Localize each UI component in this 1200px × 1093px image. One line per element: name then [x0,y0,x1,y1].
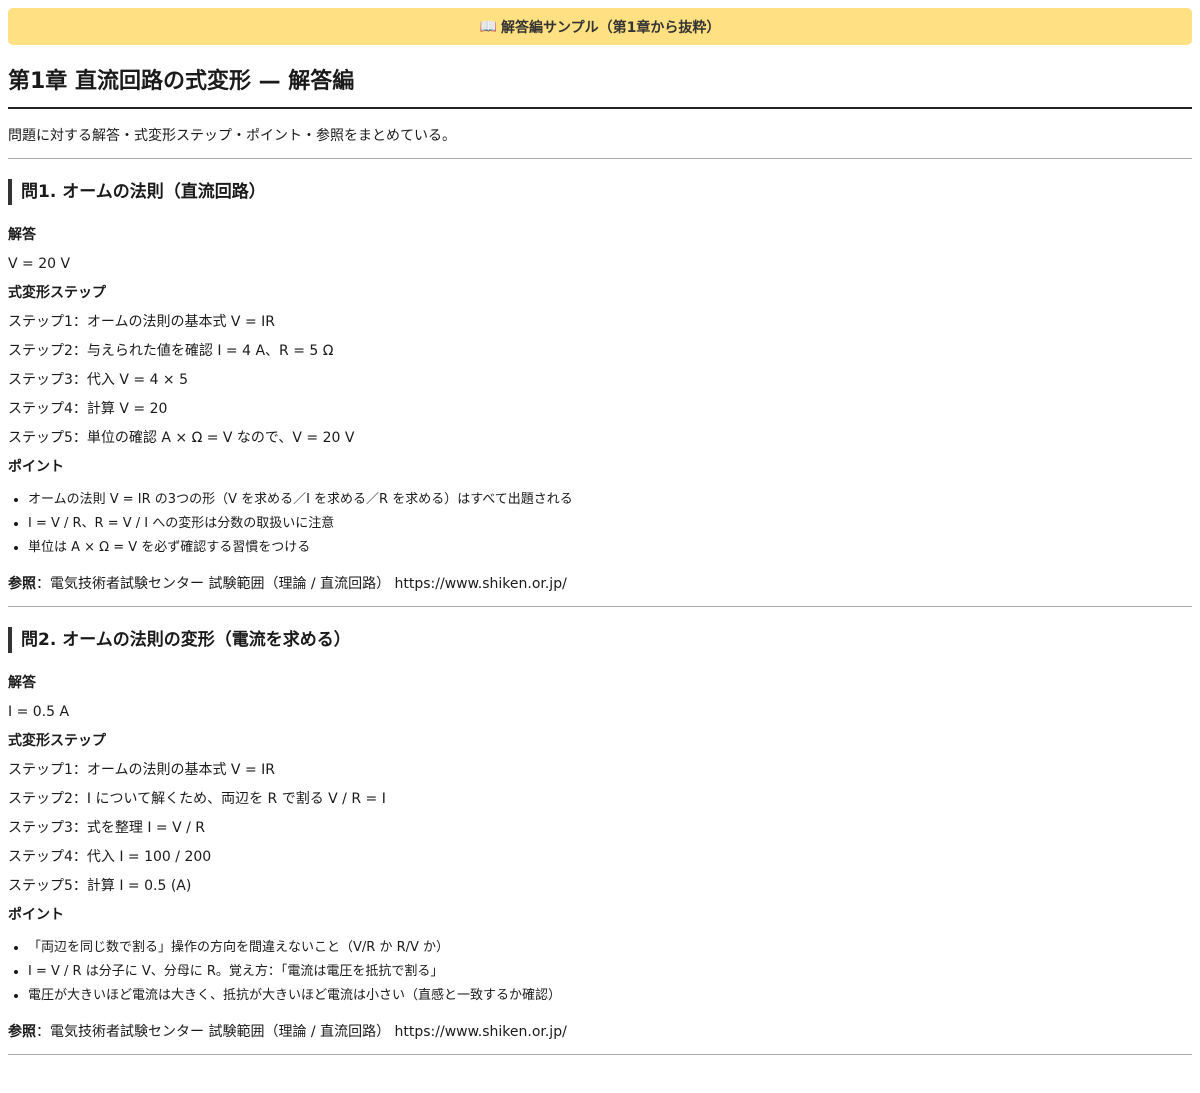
question-1: 問1. オームの法則（直流回路） 解答 V = 20 V 式変形ステップ ステッ… [8,179,1192,607]
point-item: 「両辺を同じ数で割る」操作の方向を間違えないこと（V/R か R/V か） [28,936,1192,960]
answer-value: I = 0.5 A [8,704,70,720]
points-label: ポイント [8,907,64,923]
reference-text: ：電気技術者試験センター 試験範囲（理論 / 直流回路） https://www… [36,576,567,592]
reference-label: 参照 [8,1024,36,1040]
step-line: ステップ1：オームの法則の基本式 V = IR [8,762,276,778]
question-heading: 問1. オームの法則（直流回路） [8,179,1192,205]
reference-text: ：電気技術者試験センター 試験範囲（理論 / 直流回路） https://www… [36,1024,567,1040]
step-line: ステップ2：I について解くため、両辺を R で割る V / R = I [8,791,386,807]
point-item: 単位は A × Ω = V を必ず確認する習慣をつける [28,536,1192,560]
points-list: オームの法則 V = IR の3つの形（V を求める／I を求める／R を求める… [8,488,1192,560]
steps-label: 式変形ステップ [8,733,106,749]
question-heading: 問2. オームの法則の変形（電流を求める） [8,627,1192,653]
answer-label: 解答 [8,227,36,243]
page-title: 第1章 直流回路の式変形 — 解答編 [8,67,1192,109]
question-2: 問2. オームの法則の変形（電流を求める） 解答 I = 0.5 A 式変形ステ… [8,627,1192,1055]
point-item: I = V / R は分子に V、分母に R。覚え方：「電流は電圧を抵抗で割る」 [28,960,1192,984]
answer-label: 解答 [8,675,36,691]
point-item: I = V / R、R = V / I への変形は分数の取扱いに注意 [28,512,1192,536]
point-item: オームの法則 V = IR の3つの形（V を求める／I を求める／R を求める… [28,488,1192,512]
points-label: ポイント [8,459,64,475]
intro-text: 問題に対する解答・式変形ステップ・ポイント・参照をまとめている。 [8,109,1192,159]
answer-value: V = 20 V [8,256,71,272]
page: 📖 解答編サンプル（第1章から抜粋） 第1章 直流回路の式変形 — 解答編 問題… [0,0,1200,1055]
step-line: ステップ4：計算 V = 20 [8,401,168,417]
reference: 参照：電気技術者試験センター 試験範囲（理論 / 直流回路） https://w… [8,1020,1192,1044]
banner-text: 解答編サンプル（第1章から抜粋） [501,19,721,36]
reference-label: 参照 [8,576,36,592]
points-list: 「両辺を同じ数で割る」操作の方向を間違えないこと（V/R か R/V か） I … [8,936,1192,1008]
step-line: ステップ1：オームの法則の基本式 V = IR [8,314,276,330]
book-icon: 📖 [479,18,498,35]
step-line: ステップ2：与えられた値を確認 I = 4 A、R = 5 Ω [8,343,334,359]
point-item: 電圧が大きいほど電流は大きく、抵抗が大きいほど電流は小さい（直感と一致するか確認… [28,984,1192,1008]
step-line: ステップ4：代入 I = 100 / 200 [8,849,212,865]
step-line: ステップ3：代入 V = 4 × 5 [8,372,189,388]
step-line: ステップ5：単位の確認 A × Ω = V なので、V = 20 V [8,430,355,446]
steps-label: 式変形ステップ [8,285,106,301]
reference: 参照：電気技術者試験センター 試験範囲（理論 / 直流回路） https://w… [8,572,1192,596]
step-line: ステップ5：計算 I = 0.5 (A) [8,878,192,894]
step-line: ステップ3：式を整理 I = V / R [8,820,206,836]
sample-banner: 📖 解答編サンプル（第1章から抜粋） [8,8,1192,45]
